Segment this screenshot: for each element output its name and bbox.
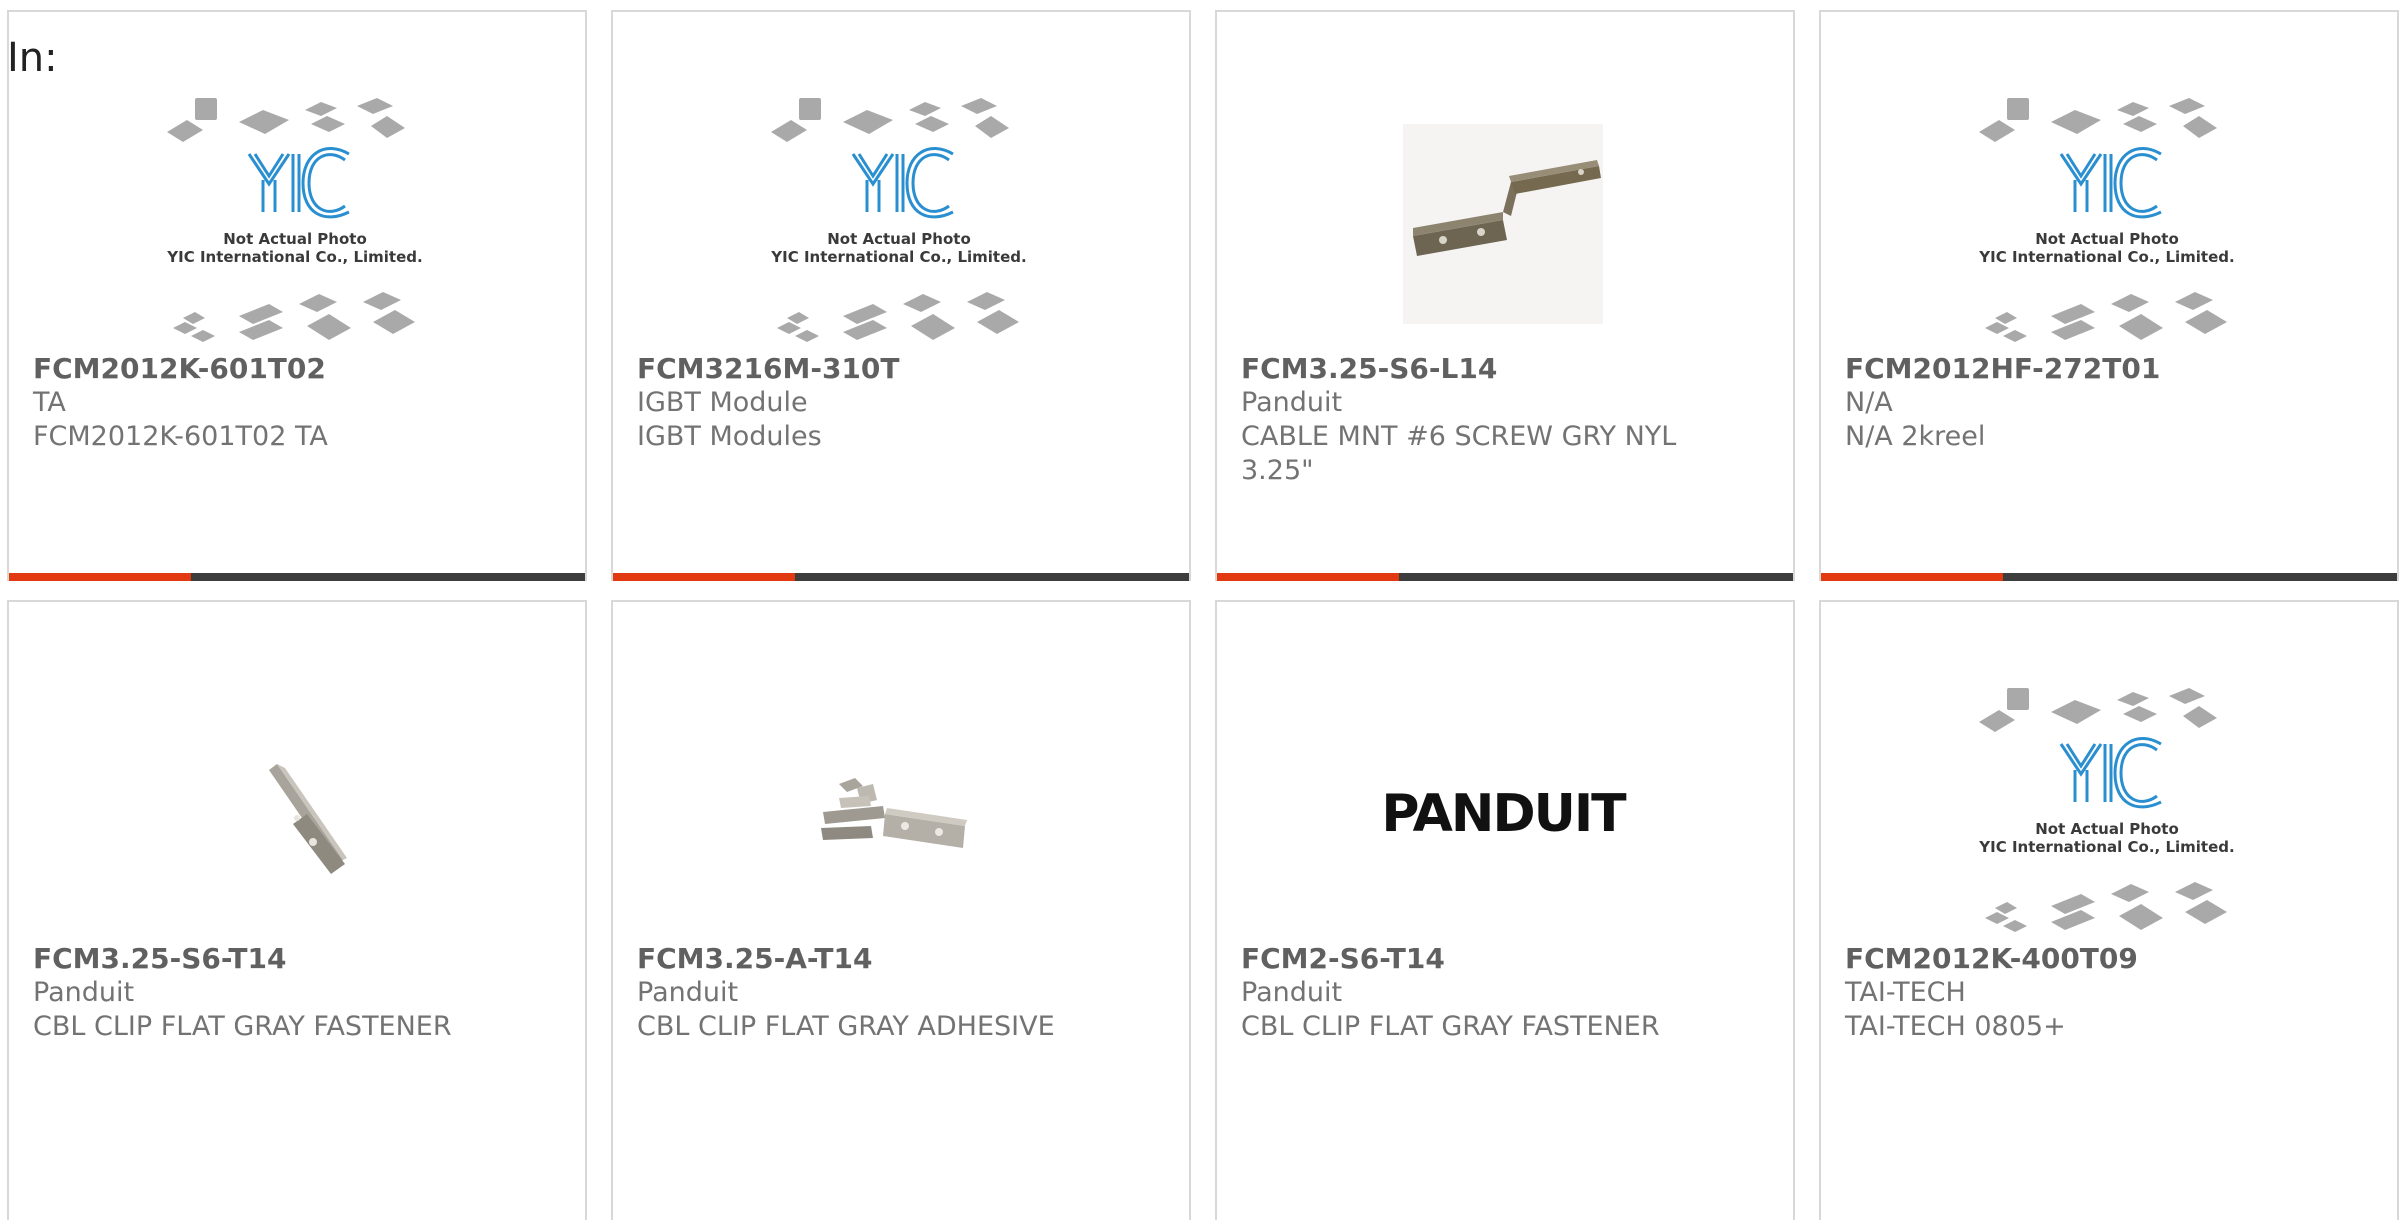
- product-description: N/A 2kreel: [1845, 421, 1986, 452]
- product-card[interactable]: FCM3.25-S6-L14 Panduit CABLE MNT #6 SCRE…: [1215, 10, 1795, 581]
- product-card[interactable]: Not Actual Photo YIC International Co., …: [7, 10, 587, 581]
- product-info: FCM2012K-601T02 TA FCM2012K-601T02 TA: [33, 352, 561, 454]
- part-number[interactable]: FCM2012K-601T02: [33, 352, 561, 386]
- card-accent-bar: [1217, 573, 1399, 581]
- product-info: FCM3.25-S6-T14 Panduit CBL CLIP FLAT GRA…: [33, 942, 561, 1044]
- placeholder-note-line1: Not Actual Photo: [827, 230, 971, 248]
- product-card[interactable]: Not Actual Photo YIC International Co., …: [1819, 10, 2399, 581]
- yic-placeholder-icon: Not Actual Photo YIC International Co., …: [770, 98, 1027, 342]
- card-bottom-bar: [9, 573, 585, 581]
- product-image-placeholder[interactable]: Not Actual Photo YIC International Co., …: [1971, 686, 2243, 942]
- product-info: FCM3.25-S6-L14 Panduit CABLE MNT #6 SCRE…: [1241, 352, 1769, 488]
- product-image-placeholder[interactable]: Not Actual Photo YIC International Co., …: [1971, 96, 2243, 352]
- placeholder-note-line1: Not Actual Photo: [223, 230, 367, 248]
- panduit-logo: PANDUIT: [1381, 784, 1626, 844]
- cable-clip-set-photo-icon: [821, 778, 967, 848]
- yic-placeholder-icon: Not Actual Photo YIC International Co., …: [166, 98, 423, 342]
- product-image-placeholder[interactable]: Not Actual Photo YIC International Co., …: [763, 96, 1035, 352]
- product-card[interactable]: Not Actual Photo YIC International Co., …: [611, 10, 1191, 581]
- part-number[interactable]: FCM2-S6-T14: [1241, 942, 1769, 976]
- product-info: FCM3216M-310T IGBT Module IGBT Modules: [637, 352, 1165, 454]
- part-number[interactable]: FCM3.25-S6-L14: [1241, 352, 1769, 386]
- brand-name: Panduit: [1241, 977, 1343, 1008]
- part-number[interactable]: FCM3216M-310T: [637, 352, 1165, 386]
- placeholder-note-line2: YIC International Co., Limited.: [770, 248, 1026, 266]
- product-description: CBL CLIP FLAT GRAY FASTENER: [1241, 1011, 1660, 1042]
- brand-name: Panduit: [637, 977, 739, 1008]
- product-card[interactable]: PANDUIT FCM2-S6-T14 Panduit CBL CLIP FLA…: [1215, 600, 1795, 1220]
- part-number[interactable]: FCM2012HF-272T01: [1845, 352, 2373, 386]
- brand-name: Panduit: [1241, 387, 1343, 418]
- placeholder-note-line1: Not Actual Photo: [2035, 230, 2179, 248]
- product-image-placeholder[interactable]: Not Actual Photo YIC International Co., …: [159, 96, 431, 352]
- part-number[interactable]: FCM3.25-S6-T14: [33, 942, 561, 976]
- brand-name: TA: [33, 387, 66, 418]
- card-bottom-bar: [1821, 573, 2397, 581]
- brand-name: Panduit: [33, 977, 135, 1008]
- product-image[interactable]: [763, 686, 1035, 942]
- placeholder-note-line1: Not Actual Photo: [2035, 820, 2179, 838]
- card-bottom-bar: [613, 573, 1189, 581]
- part-number[interactable]: FCM2012K-400T09: [1845, 942, 2373, 976]
- product-description: FCM2012K-601T02 TA: [33, 421, 328, 452]
- product-description: TAI-TECH 0805+: [1845, 1011, 2066, 1042]
- cable-clip-photo-icon: [269, 764, 347, 874]
- placeholder-note-line2: YIC International Co., Limited.: [1978, 248, 2234, 266]
- product-description-line1: CABLE MNT #6 SCREW GRY NYL: [1241, 421, 1677, 452]
- card-accent-bar: [1821, 573, 2003, 581]
- product-info: FCM2-S6-T14 Panduit CBL CLIP FLAT GRAY F…: [1241, 942, 1769, 1044]
- product-description: CBL CLIP FLAT GRAY ADHESIVE: [637, 1011, 1055, 1042]
- product-description-line2: 3.25": [1241, 455, 1314, 486]
- card-accent-bar: [9, 573, 191, 581]
- product-description: IGBT Modules: [637, 421, 822, 452]
- cable-mount-photo-icon: [1403, 124, 1603, 324]
- placeholder-note-line2: YIC International Co., Limited.: [1978, 838, 2234, 856]
- brand-name: TAI-TECH: [1845, 977, 1966, 1008]
- card-accent-bar: [613, 573, 795, 581]
- product-info: FCM2012K-400T09 TAI-TECH TAI-TECH 0805+: [1845, 942, 2373, 1044]
- placeholder-note-line2: YIC International Co., Limited.: [166, 248, 422, 266]
- product-card[interactable]: FCM3.25-A-T14 Panduit CBL CLIP FLAT GRAY…: [611, 600, 1191, 1220]
- product-image[interactable]: [1367, 96, 1639, 352]
- page-heading: In:: [7, 35, 58, 81]
- product-image[interactable]: [159, 686, 431, 942]
- product-description: CBL CLIP FLAT GRAY FASTENER: [33, 1011, 452, 1042]
- product-info: FCM3.25-A-T14 Panduit CBL CLIP FLAT GRAY…: [637, 942, 1165, 1044]
- yic-placeholder-icon: Not Actual Photo YIC International Co., …: [1978, 688, 2235, 932]
- yic-placeholder-icon: Not Actual Photo YIC International Co., …: [1978, 98, 2235, 342]
- part-number[interactable]: FCM3.25-A-T14: [637, 942, 1165, 976]
- product-image[interactable]: PANDUIT: [1367, 686, 1639, 942]
- brand-name: IGBT Module: [637, 387, 808, 418]
- product-info: FCM2012HF-272T01 N/A N/A 2kreel: [1845, 352, 2373, 454]
- brand-name: N/A: [1845, 387, 1893, 418]
- card-bottom-bar: [1217, 573, 1793, 581]
- product-card[interactable]: FCM3.25-S6-T14 Panduit CBL CLIP FLAT GRA…: [7, 600, 587, 1220]
- product-card[interactable]: Not Actual Photo YIC International Co., …: [1819, 600, 2399, 1220]
